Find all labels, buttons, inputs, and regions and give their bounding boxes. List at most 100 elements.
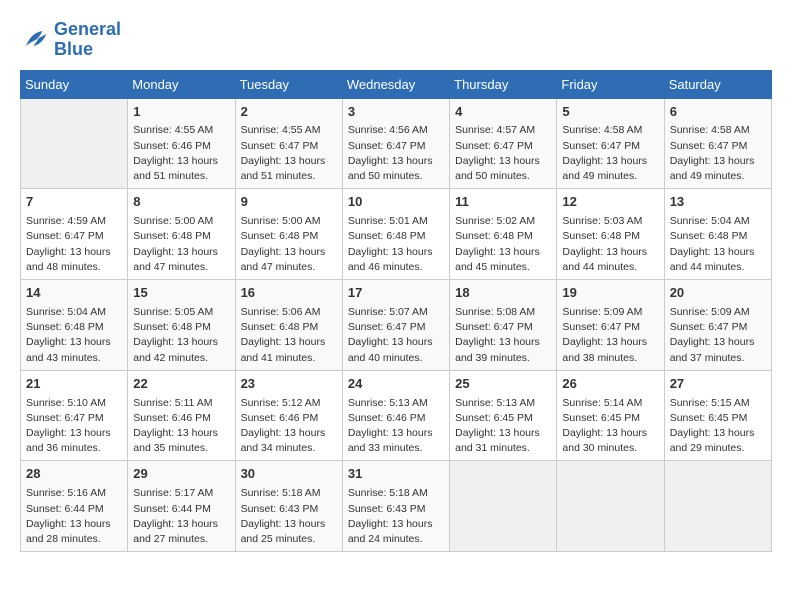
calendar-table: SundayMondayTuesdayWednesdayThursdayFrid… bbox=[20, 70, 772, 553]
day-number: 15 bbox=[133, 284, 229, 303]
day-number: 9 bbox=[241, 193, 337, 212]
calendar-cell: 19 Sunrise: 5:09 AMSunset: 6:47 PMDayligh… bbox=[557, 280, 664, 371]
day-number: 13 bbox=[670, 193, 766, 212]
col-header-tuesday: Tuesday bbox=[235, 70, 342, 98]
day-info: Sunset: 6:47 PM bbox=[562, 320, 658, 335]
day-info: and 42 minutes. bbox=[133, 351, 229, 366]
day-info: Sunset: 6:47 PM bbox=[670, 139, 766, 154]
day-info: Sunrise: 4:56 AM bbox=[348, 123, 444, 138]
day-number: 6 bbox=[670, 103, 766, 122]
day-info: Sunrise: 4:58 AM bbox=[670, 123, 766, 138]
day-info: Sunset: 6:48 PM bbox=[133, 320, 229, 335]
day-info: Sunrise: 5:12 AM bbox=[241, 396, 337, 411]
day-info: Daylight: 13 hours bbox=[348, 426, 444, 441]
day-info: Sunset: 6:45 PM bbox=[455, 411, 551, 426]
day-info: and 39 minutes. bbox=[455, 351, 551, 366]
page-header: General Blue bbox=[20, 20, 772, 60]
day-info: Sunrise: 5:00 AM bbox=[133, 214, 229, 229]
day-info: Sunrise: 4:59 AM bbox=[26, 214, 122, 229]
day-info: Sunset: 6:47 PM bbox=[241, 139, 337, 154]
day-info: and 50 minutes. bbox=[455, 169, 551, 184]
day-info: Sunset: 6:48 PM bbox=[670, 229, 766, 244]
day-info: Daylight: 13 hours bbox=[562, 335, 658, 350]
calendar-cell: 2Sunrise: 4:55 AMSunset: 6:47 PMDaylight… bbox=[235, 98, 342, 189]
day-info: Daylight: 13 hours bbox=[133, 245, 229, 260]
day-info: Sunrise: 4:57 AM bbox=[455, 123, 551, 138]
day-info: and 44 minutes. bbox=[670, 260, 766, 275]
col-header-saturday: Saturday bbox=[664, 70, 771, 98]
day-info: and 36 minutes. bbox=[26, 441, 122, 456]
day-number: 20 bbox=[670, 284, 766, 303]
day-info: Sunset: 6:43 PM bbox=[241, 502, 337, 517]
day-info: Sunset: 6:46 PM bbox=[133, 411, 229, 426]
day-info: Sunrise: 5:17 AM bbox=[133, 486, 229, 501]
week-row-5: 28Sunrise: 5:16 AMSunset: 6:44 PMDayligh… bbox=[21, 461, 772, 552]
day-number: 19 bbox=[562, 284, 658, 303]
day-info: Daylight: 13 hours bbox=[455, 245, 551, 260]
day-info: Daylight: 13 hours bbox=[562, 154, 658, 169]
logo: General Blue bbox=[20, 20, 121, 60]
calendar-cell: 30Sunrise: 5:18 AMSunset: 6:43 PMDayligh… bbox=[235, 461, 342, 552]
calendar-cell: 26Sunrise: 5:14 AMSunset: 6:45 PMDayligh… bbox=[557, 370, 664, 461]
day-number: 4 bbox=[455, 103, 551, 122]
day-info: and 44 minutes. bbox=[562, 260, 658, 275]
week-row-3: 14Sunrise: 5:04 AMSunset: 6:48 PMDayligh… bbox=[21, 280, 772, 371]
calendar-cell: 4Sunrise: 4:57 AMSunset: 6:47 PMDaylight… bbox=[450, 98, 557, 189]
calendar-cell: 1Sunrise: 4:55 AMSunset: 6:46 PMDaylight… bbox=[128, 98, 235, 189]
day-info: and 48 minutes. bbox=[26, 260, 122, 275]
logo-bird-icon bbox=[20, 25, 50, 55]
day-info: and 24 minutes. bbox=[348, 532, 444, 547]
day-number: 29 bbox=[133, 465, 229, 484]
calendar-cell: 23Sunrise: 5:12 AMSunset: 6:46 PMDayligh… bbox=[235, 370, 342, 461]
day-number: 17 bbox=[348, 284, 444, 303]
day-number: 22 bbox=[133, 375, 229, 394]
calendar-cell: 31Sunrise: 5:18 AMSunset: 6:43 PMDayligh… bbox=[342, 461, 449, 552]
day-number: 30 bbox=[241, 465, 337, 484]
day-info: Sunrise: 5:18 AM bbox=[348, 486, 444, 501]
day-info: Sunset: 6:46 PM bbox=[133, 139, 229, 154]
day-info: Sunrise: 5:00 AM bbox=[241, 214, 337, 229]
day-info: Sunrise: 5:01 AM bbox=[348, 214, 444, 229]
day-number: 12 bbox=[562, 193, 658, 212]
header-row: SundayMondayTuesdayWednesdayThursdayFrid… bbox=[21, 70, 772, 98]
day-number: 1 bbox=[133, 103, 229, 122]
calendar-cell: 16Sunrise: 5:06 AMSunset: 6:48 PMDayligh… bbox=[235, 280, 342, 371]
day-info: Sunset: 6:47 PM bbox=[26, 411, 122, 426]
day-info: Sunrise: 5:09 AM bbox=[670, 305, 766, 320]
calendar-cell: 3Sunrise: 4:56 AMSunset: 6:47 PMDaylight… bbox=[342, 98, 449, 189]
day-info: and 29 minutes. bbox=[670, 441, 766, 456]
day-info: and 47 minutes. bbox=[133, 260, 229, 275]
col-header-friday: Friday bbox=[557, 70, 664, 98]
day-info: Daylight: 13 hours bbox=[348, 517, 444, 532]
day-info: Sunrise: 4:55 AM bbox=[133, 123, 229, 138]
day-info: and 31 minutes. bbox=[455, 441, 551, 456]
day-info: Sunset: 6:47 PM bbox=[348, 320, 444, 335]
calendar-cell: 14Sunrise: 5:04 AMSunset: 6:48 PMDayligh… bbox=[21, 280, 128, 371]
day-info: Sunrise: 5:04 AM bbox=[26, 305, 122, 320]
calendar-cell: 5Sunrise: 4:58 AMSunset: 6:47 PMDaylight… bbox=[557, 98, 664, 189]
day-info: Sunrise: 5:09 AM bbox=[562, 305, 658, 320]
day-info: Sunrise: 5:15 AM bbox=[670, 396, 766, 411]
day-info: Daylight: 13 hours bbox=[133, 335, 229, 350]
day-info: Daylight: 13 hours bbox=[26, 245, 122, 260]
day-info: Sunset: 6:48 PM bbox=[562, 229, 658, 244]
day-info: Daylight: 13 hours bbox=[670, 426, 766, 441]
day-info: and 45 minutes. bbox=[455, 260, 551, 275]
day-number: 7 bbox=[26, 193, 122, 212]
col-header-sunday: Sunday bbox=[21, 70, 128, 98]
day-info: Sunset: 6:48 PM bbox=[241, 320, 337, 335]
day-info: and 49 minutes. bbox=[562, 169, 658, 184]
day-info: Sunset: 6:45 PM bbox=[562, 411, 658, 426]
day-number: 3 bbox=[348, 103, 444, 122]
day-number: 27 bbox=[670, 375, 766, 394]
day-number: 5 bbox=[562, 103, 658, 122]
calendar-cell: 12Sunrise: 5:03 AMSunset: 6:48 PMDayligh… bbox=[557, 189, 664, 280]
calendar-cell: 22Sunrise: 5:11 AMSunset: 6:46 PMDayligh… bbox=[128, 370, 235, 461]
day-info: Sunset: 6:48 PM bbox=[348, 229, 444, 244]
col-header-thursday: Thursday bbox=[450, 70, 557, 98]
day-info: Daylight: 13 hours bbox=[348, 335, 444, 350]
day-info: Daylight: 13 hours bbox=[670, 245, 766, 260]
day-info: Sunset: 6:46 PM bbox=[241, 411, 337, 426]
day-info: Sunset: 6:48 PM bbox=[241, 229, 337, 244]
day-info: Sunset: 6:44 PM bbox=[26, 502, 122, 517]
